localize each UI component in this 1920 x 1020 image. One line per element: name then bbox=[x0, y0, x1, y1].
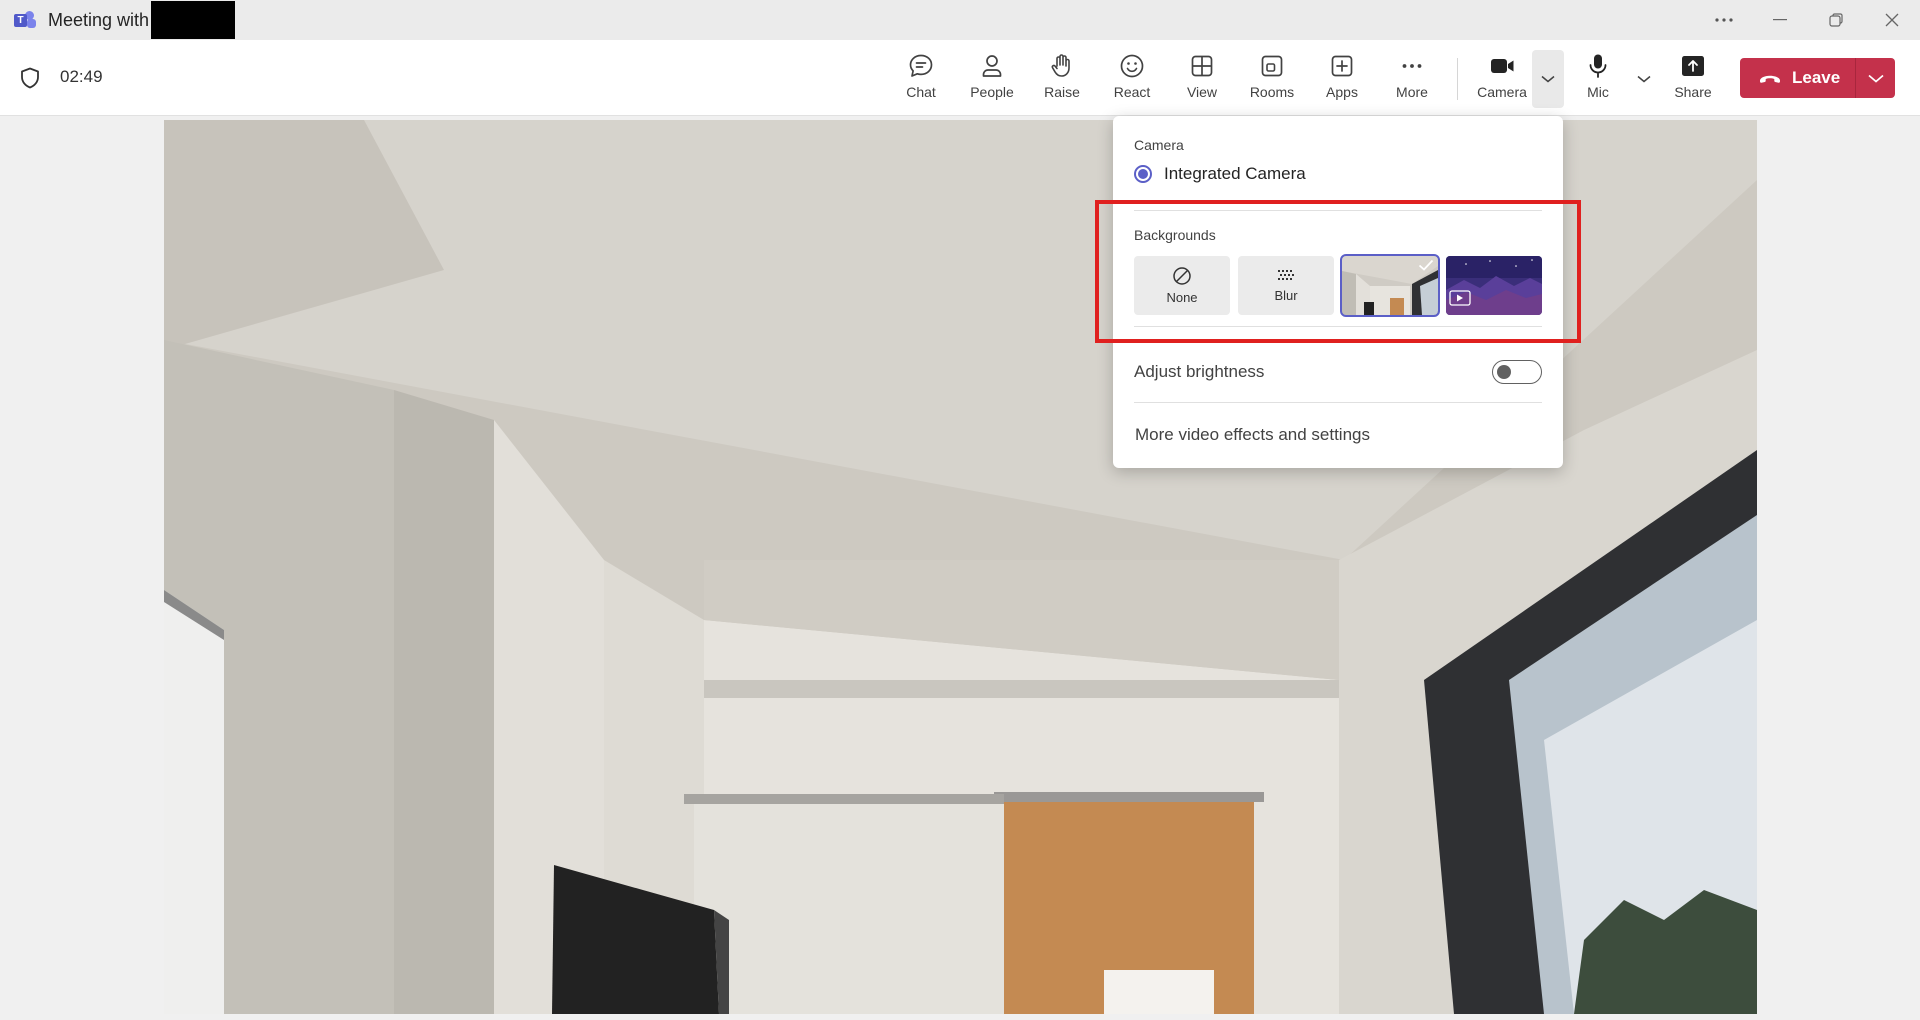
leave-main[interactable]: Leave bbox=[1740, 58, 1855, 98]
close-icon[interactable] bbox=[1864, 0, 1920, 40]
mic-options-button[interactable] bbox=[1629, 50, 1659, 108]
meeting-toolbar: 02:49 Chat People Raise React View Rooms… bbox=[0, 40, 1920, 116]
adjust-brightness-row: Adjust brightness bbox=[1134, 360, 1542, 384]
chat-button[interactable]: Chat bbox=[889, 50, 953, 108]
highlight-box bbox=[1095, 200, 1581, 343]
apps-label: Apps bbox=[1326, 84, 1358, 100]
camera-heading: Camera bbox=[1134, 137, 1184, 153]
camera-button[interactable]: Camera bbox=[1470, 50, 1534, 108]
adjust-brightness-label: Adjust brightness bbox=[1134, 362, 1265, 381]
share-label: Share bbox=[1674, 84, 1712, 100]
chat-icon bbox=[909, 54, 933, 77]
people-icon bbox=[982, 55, 1002, 77]
view-label: View bbox=[1186, 84, 1218, 100]
more-options-icon[interactable] bbox=[1696, 0, 1752, 40]
view-icon bbox=[1191, 55, 1213, 77]
toolbar-divider bbox=[1457, 58, 1458, 100]
rooms-button[interactable]: Rooms bbox=[1240, 50, 1304, 108]
leave-options-button[interactable] bbox=[1856, 58, 1895, 98]
people-button[interactable]: People bbox=[960, 50, 1024, 108]
shield-icon bbox=[20, 67, 40, 94]
people-label: People bbox=[970, 84, 1014, 100]
raise-hand-icon bbox=[1051, 54, 1070, 77]
more-video-effects-link[interactable]: More video effects and settings bbox=[1135, 425, 1370, 445]
mic-label: Mic bbox=[1587, 84, 1609, 100]
adjust-brightness-toggle[interactable] bbox=[1492, 360, 1542, 384]
share-button[interactable]: Share bbox=[1661, 50, 1725, 108]
apps-icon bbox=[1331, 55, 1353, 77]
leave-button[interactable]: Leave bbox=[1740, 58, 1895, 98]
more-button[interactable]: More bbox=[1380, 50, 1444, 108]
microphone-icon bbox=[1589, 54, 1607, 78]
chevron-down-icon bbox=[1541, 75, 1555, 83]
apps-button[interactable]: Apps bbox=[1310, 50, 1374, 108]
camera-icon bbox=[1491, 59, 1514, 73]
window-title: Meeting with bbox=[48, 9, 150, 30]
rooms-icon bbox=[1261, 55, 1283, 77]
react-button[interactable]: React bbox=[1100, 50, 1164, 108]
leave-label: Leave bbox=[1792, 68, 1841, 87]
more-label: More bbox=[1396, 84, 1428, 100]
camera-option-label: Integrated Camera bbox=[1164, 164, 1306, 183]
chat-label: Chat bbox=[906, 84, 936, 100]
camera-label: Camera bbox=[1477, 84, 1527, 100]
view-button[interactable]: View bbox=[1170, 50, 1234, 108]
raise-label: Raise bbox=[1044, 84, 1080, 100]
hang-up-icon bbox=[1759, 75, 1781, 83]
divider bbox=[1134, 402, 1542, 403]
react-icon bbox=[1120, 54, 1144, 78]
react-label: React bbox=[1113, 84, 1151, 100]
minimize-icon[interactable] bbox=[1752, 0, 1808, 40]
restore-icon[interactable] bbox=[1808, 0, 1864, 40]
redacted-name bbox=[151, 1, 236, 39]
mic-button[interactable]: Mic bbox=[1566, 50, 1630, 108]
chevron-down-icon bbox=[1637, 75, 1651, 83]
camera-option-integrated[interactable]: Integrated Camera bbox=[1134, 164, 1306, 184]
radio-selected-icon[interactable] bbox=[1134, 165, 1152, 183]
more-icon bbox=[1402, 64, 1422, 68]
meeting-timer: 02:49 bbox=[60, 67, 103, 86]
teams-logo-icon: T bbox=[14, 11, 36, 29]
chevron-down-icon bbox=[1867, 74, 1884, 83]
title-bar: T Meeting with bbox=[0, 0, 1920, 40]
raise-hand-button[interactable]: Raise bbox=[1030, 50, 1094, 108]
camera-options-button[interactable] bbox=[1532, 50, 1564, 108]
share-icon bbox=[1682, 56, 1704, 76]
rooms-label: Rooms bbox=[1249, 84, 1295, 100]
